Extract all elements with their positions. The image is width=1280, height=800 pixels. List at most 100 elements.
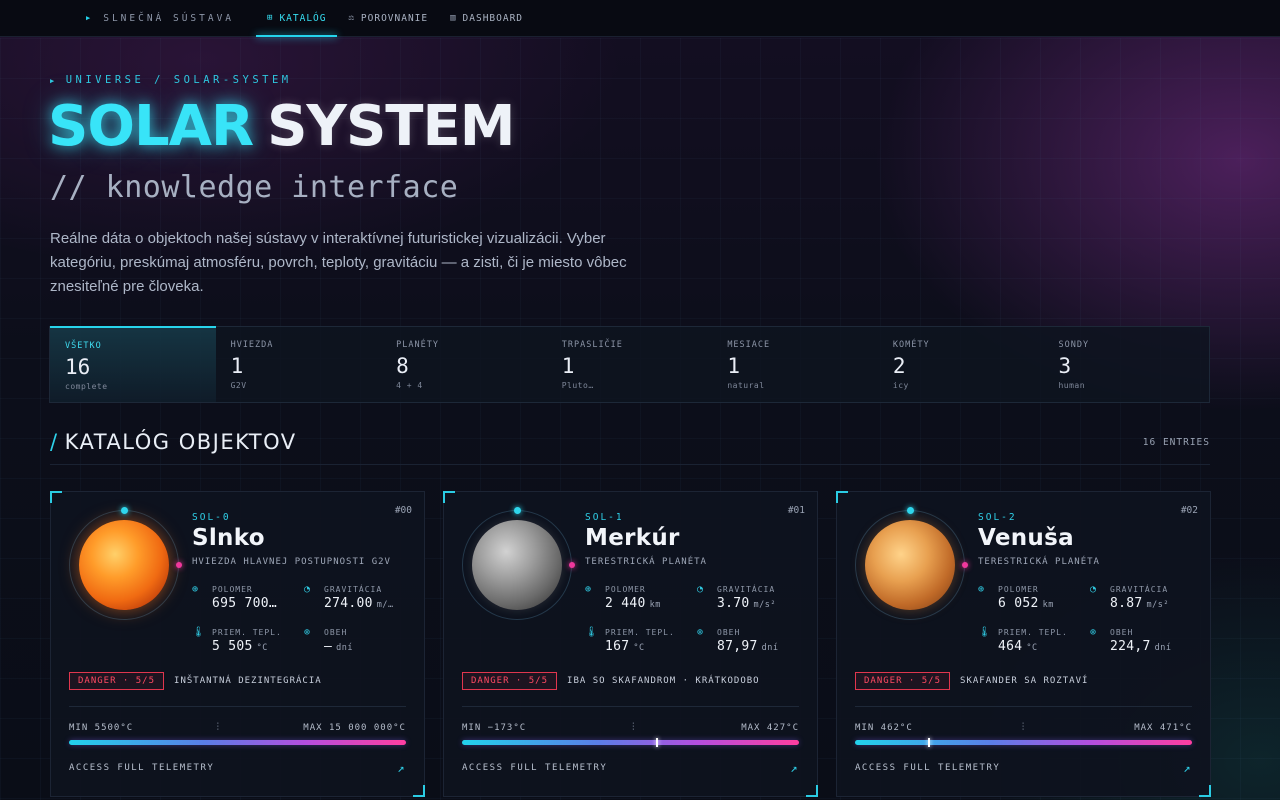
metric-value: 695 700…: [212, 596, 281, 611]
filter-sub: Pluto…: [561, 381, 594, 390]
metric-number: 167: [605, 639, 630, 654]
object-name: Merkúr: [585, 525, 680, 551]
thermometer-icon: ⫶: [631, 722, 636, 733]
filter-planets[interactable]: PLANÉTY 8 4 + 4: [381, 327, 547, 402]
object-name: Slnko: [192, 525, 265, 551]
metric-value: 87,97 dní: [717, 639, 779, 654]
temp-range-labels: MIN 5500°C ⫶ MAX 15 000 000°C: [69, 722, 406, 733]
nav-tab-porovnanie[interactable]: ⚖ POROVNANIE: [337, 0, 439, 36]
nav-tab-label: POROVNANIE: [360, 12, 429, 24]
breadcrumb-text: UNIVERSE / SOLAR-SYSTEM: [65, 74, 292, 86]
access-telemetry-link[interactable]: ACCESS FULL TELEMETRY ↗: [855, 761, 1192, 775]
nav-brand[interactable]: ▶ SLNEČNÁ SÚSTAVA: [86, 0, 234, 36]
temp-range-labels: MIN 462°C ⫶ MAX 471°C: [855, 722, 1192, 733]
danger-description: IBA SO SKAFANDROM · KRÁTKODOBO: [567, 676, 760, 686]
arrow-up-right-icon: ↗: [790, 761, 799, 775]
object-card-merkur[interactable]: #01 SOL-1 Merkúr TERESTRICKÁ PLANÉTA ⊕ P…: [443, 491, 818, 797]
metric-label: POLOMER: [998, 585, 1039, 594]
metric-number: 695 700…: [212, 596, 278, 611]
avg-temp-marker: [928, 738, 931, 747]
triangle-icon: ▶: [86, 14, 94, 22]
metric-number: 274.00: [324, 596, 373, 611]
danger-row: DANGER · 5/5 INŠTANTNÁ DEZINTEGRÁCIA: [69, 672, 322, 690]
temp-min: MIN 462°C: [855, 722, 913, 733]
metric-unit: °C: [256, 643, 268, 653]
avg-temp-marker: [656, 738, 659, 747]
gauge-icon: ◔: [304, 584, 311, 595]
metric-unit: dní: [1154, 643, 1172, 653]
filter-star[interactable]: HVIEZDA 1 G2V: [216, 327, 382, 402]
title-part-b: SYSTEM: [267, 94, 515, 159]
metric-label: POLOMER: [212, 585, 253, 594]
arrow-up-right-icon: ↗: [397, 761, 406, 775]
filter-moons[interactable]: MESIACE 1 natural: [712, 327, 878, 402]
metric-label: OBEH: [717, 628, 741, 637]
metric-unit: dní: [336, 643, 353, 653]
temp-range-labels: MIN −173°C ⫶ MAX 427°C: [462, 722, 799, 733]
temp-range-bar: [69, 740, 406, 745]
metric-value: 464 °C: [998, 639, 1038, 654]
filter-label: VŠETKO: [65, 341, 102, 351]
filter-label: SONDY: [1058, 340, 1090, 350]
filter-sub: G2V: [230, 381, 247, 390]
metric-value: 2 440 km: [605, 596, 661, 611]
orbit-dot-cyan: [120, 507, 128, 514]
object-type: TERESTRICKÁ PLANÉTA: [978, 557, 1100, 567]
orbit-icon: ⊚: [304, 627, 311, 638]
metric-number: 8.87: [1110, 596, 1143, 611]
danger-row: DANGER · 5/5 SKAFANDER SA ROZTAVÍ: [855, 672, 1088, 690]
intro-text: Reálne dáta o objektoch našej sústavy v …: [50, 230, 627, 295]
filter-sub: human: [1058, 381, 1086, 390]
card-index: #02: [1180, 505, 1198, 516]
metric-number: 5 505: [212, 639, 253, 654]
metric-value: 3.70 m/s²: [717, 596, 776, 611]
filter-comets[interactable]: KOMÉTY 2 icy: [878, 327, 1044, 402]
filter-label: PLANÉTY: [396, 340, 439, 350]
filter-probes[interactable]: SONDY 3 human: [1043, 327, 1209, 402]
temp-max: MAX 15 000 000°C: [303, 722, 406, 733]
top-nav: ▶ SLNEČNÁ SÚSTAVA ⊞ KATALÓG ⚖ POROVNANIE…: [0, 0, 1280, 37]
globe-icon: ⊕: [978, 584, 985, 595]
filter-all[interactable]: VŠETKO 16 complete: [50, 326, 216, 402]
danger-description: SKAFANDER SA ROZTAVÍ: [960, 676, 1089, 686]
filter-count: 16: [65, 355, 91, 379]
object-code: SOL-0: [192, 512, 231, 523]
page-subtitle: // knowledge interface: [50, 170, 459, 205]
filter-count: 8: [396, 354, 409, 378]
filter-sub: natural: [727, 381, 765, 390]
orbit-ring: [69, 507, 182, 620]
filter-dwarfs[interactable]: TRPASLIČIE 1 Pluto…: [547, 327, 713, 402]
catalog-header: / KATALÓG OBJEKTOV 16 ENTRIES: [50, 430, 1210, 465]
metric-number: 87,97: [717, 639, 758, 654]
danger-badge: DANGER · 5/5: [69, 672, 165, 690]
orbit-dot-pink: [569, 562, 575, 568]
orbit-dot-cyan: [906, 507, 914, 514]
bar-chart-icon: ▥: [450, 13, 457, 23]
corner-accent: [806, 785, 818, 797]
object-card-venusa[interactable]: #02 SOL-2 Venuša TERESTRICKÁ PLANÉTA ⊕ P…: [836, 491, 1211, 797]
nav-tab-dashboard[interactable]: ▥ DASHBOARD: [439, 0, 534, 36]
metric-label: GRAVITÁCIA: [717, 585, 776, 594]
object-card-slnko[interactable]: #00 SOL-0 Slnko HVIEZDA HLAVNEJ POSTUPNO…: [50, 491, 425, 797]
temp-range-bar: [855, 738, 1192, 747]
temp-min: MIN 5500°C: [69, 722, 134, 733]
nav-tab-katalog[interactable]: ⊞ KATALÓG: [256, 0, 338, 37]
filter-label: HVIEZDA: [230, 340, 274, 350]
thermometer-icon: 🌡: [978, 627, 991, 638]
scale-icon: ⚖: [348, 13, 355, 23]
nav-tab-label: KATALÓG: [279, 12, 327, 24]
slash-icon: /: [50, 430, 59, 454]
access-telemetry-link[interactable]: ACCESS FULL TELEMETRY ↗: [462, 761, 799, 775]
entries-count: 16 ENTRIES: [1142, 436, 1210, 448]
page-title: SOLAR SYSTEM: [48, 94, 516, 160]
divider: [462, 706, 799, 707]
metric-unit: °C: [1026, 643, 1038, 653]
arrow-up-right-icon: ↗: [1183, 761, 1192, 775]
corner-accent: [50, 491, 62, 503]
orbit-ring: [855, 507, 968, 620]
object-name: Venuša: [978, 525, 1074, 551]
access-telemetry-link[interactable]: ACCESS FULL TELEMETRY ↗: [69, 761, 406, 775]
nav-tab-label: DASHBOARD: [462, 12, 524, 24]
filter-label: KOMÉTY: [892, 340, 930, 350]
nav-brand-label: SLNEČNÁ SÚSTAVA: [103, 12, 235, 24]
